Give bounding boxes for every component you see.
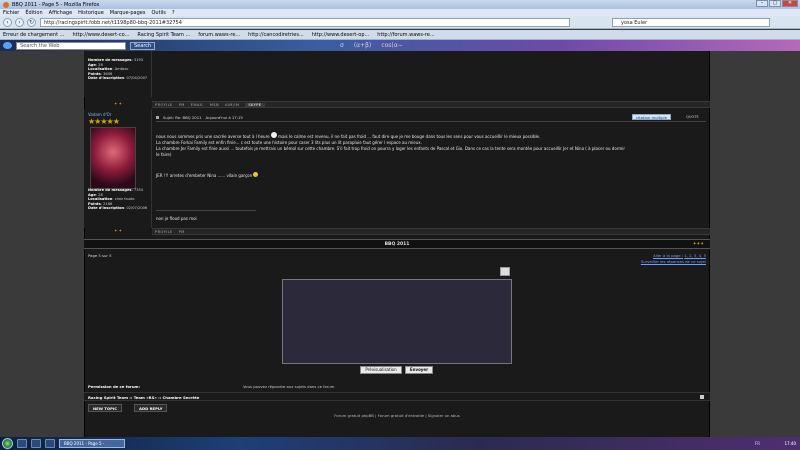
skype-button[interactable]: SKYPE: [245, 102, 265, 107]
menu-historique[interactable]: Historique: [78, 10, 104, 16]
bookmark-item[interactable]: http://forum.waws-re...: [377, 32, 434, 38]
editor-toggle-icon[interactable]: [500, 267, 510, 276]
post2-header: Sujet: Re: BBQ 2011 Aujourd'hui à 17:15: [156, 114, 243, 120]
email-button[interactable]: EMAIL: [191, 103, 204, 107]
taskbar-quicklaunch-icon[interactable]: [31, 439, 41, 448]
menu-marque-pages[interactable]: Marque-pages: [110, 10, 146, 16]
window-title: BBQ 2011 - Page 5 - Mozilla Firefox: [12, 1, 100, 8]
browser-search-input[interactable]: yosa Euler: [612, 18, 770, 27]
windows-taskbar: BBQ 2011 - Page 5 -: [0, 437, 800, 450]
bookmark-item[interactable]: Racing Spirit Team ...: [137, 32, 190, 38]
post-line: JER !!! arretes d'embeter Nina ...... vi…: [156, 172, 704, 179]
menu-edition[interactable]: Édition: [25, 10, 42, 16]
post2-rank-icons: ✦ ✦: [114, 228, 122, 233]
send-button[interactable]: Envoyer: [405, 366, 433, 374]
watch-topic-link[interactable]: Surveiller les réponses de ce sujet: [641, 259, 706, 264]
menu-bar: Fichier Édition Affichage Historique Mar…: [0, 9, 800, 16]
bookmark-item[interactable]: http://www.desert-op...: [312, 32, 370, 38]
preview-button[interactable]: Prévisualisation: [360, 366, 402, 374]
signature-text: non je flood pas moi: [156, 216, 197, 221]
header-decoration: σ (α+β) cos(α−: [340, 42, 403, 49]
post-line: La chambre Jer Family est finie aussi ..…: [156, 146, 625, 151]
post-separator: [156, 121, 706, 122]
taskbar-firefox-window[interactable]: BBQ 2011 - Page 5 -: [59, 439, 125, 448]
post1-profile-bar: PROFILE PM EMAIL MSN AIM/IM SKYPE: [152, 101, 710, 108]
aim-button[interactable]: AIM/IM: [225, 103, 239, 107]
post-date: Aujourd'hui à 17:15: [205, 114, 243, 120]
new-topic-button[interactable]: NEW TOPIC: [88, 404, 123, 412]
quote-button[interactable]: QUOTE: [686, 115, 699, 120]
page-indicator: Page 5 sur 5: [88, 253, 112, 258]
addon-search-input[interactable]: Search the Web: [16, 41, 126, 50]
reload-icon[interactable]: ↻: [27, 17, 36, 27]
breadcrumb-icon: [700, 395, 704, 399]
start-orb-icon[interactable]: [2, 438, 13, 449]
bookmark-item[interactable]: http://cancodiretries...: [248, 32, 304, 38]
url-input[interactable]: http://racingspirit.fobb.net/t1198p80-bb…: [40, 18, 570, 27]
post2-profile-bar: PROFILE PM: [152, 228, 710, 235]
signature-separator: [156, 210, 256, 211]
permissions-text: Vous pouvez répondre aux sujets dans ce …: [243, 384, 335, 389]
multi-quote-button[interactable]: citation multiple: [632, 114, 671, 120]
profile-button[interactable]: PROFILE: [155, 103, 173, 107]
window-controls: – ▢ ✕: [756, 0, 798, 7]
topic-title-bar: BBQ 2011 ✦✦✦: [84, 239, 710, 249]
maximize-button[interactable]: ▢: [769, 0, 781, 7]
pm-button[interactable]: PM: [179, 103, 185, 107]
bookmarks-bar: Erreur de chargement ... http://www.dese…: [0, 30, 800, 40]
watch-topic: Surveiller les réponses de ce sujet: [620, 259, 706, 265]
reply-textarea[interactable]: [282, 279, 512, 364]
add-reply-button[interactable]: ADD REPLY: [134, 404, 168, 412]
menu-help[interactable]: ?: [172, 10, 175, 16]
breadcrumb-bar: Racing Spirit Team :: Team «RS» :: Chamb…: [84, 392, 710, 401]
back-icon[interactable]: ‹: [3, 17, 12, 27]
bookmark-item[interactable]: forum.waws-re...: [198, 32, 240, 38]
firefox-icon: [3, 1, 9, 8]
window-titlebar: BBQ 2011 - Page 5 - Mozilla Firefox: [0, 0, 800, 9]
forward-icon[interactable]: ›: [15, 17, 24, 27]
rank-stars-icon: ★★★★★: [88, 117, 120, 126]
post2-author-panel: Vadam d'Or ★★★★★ Nombre de messages: 735…: [84, 109, 152, 228]
stat-line: Date d'inscription: 07/04/2007: [88, 76, 148, 81]
menu-outils[interactable]: Outils: [151, 10, 165, 16]
pm-button[interactable]: PM: [179, 230, 185, 234]
minimize-button[interactable]: –: [756, 0, 768, 7]
goto-page-link[interactable]: Aller à la page :: [653, 253, 683, 258]
page-links[interactable]: 1, 2, 3, 4, 5: [684, 253, 706, 258]
menu-fichier[interactable]: Fichier: [3, 10, 19, 16]
tray-language[interactable]: FR: [755, 437, 760, 450]
bookmark-item[interactable]: Erreur de chargement ...: [3, 32, 64, 38]
close-button[interactable]: ✕: [782, 0, 798, 7]
post-line: nous nous sommes pris une sacrée averse …: [156, 132, 541, 139]
taskbar-quicklaunch-icon[interactable]: [17, 439, 27, 448]
pagination: Aller à la page : 1, 2, 3, 4, 5: [620, 253, 706, 258]
addon-logo-icon: [3, 42, 12, 49]
profile-button[interactable]: PROFILE: [155, 230, 173, 234]
topic-title: BBQ 2011: [384, 242, 410, 247]
bookmark-item[interactable]: http://www.desert-co...: [72, 32, 129, 38]
avatar: [90, 127, 136, 189]
post-line: le faire): [156, 152, 172, 157]
smiley-icon: [270, 132, 277, 138]
post-subject: Sujet: Re: BBQ 2011: [163, 114, 202, 120]
addon-search-button[interactable]: Search: [130, 41, 156, 50]
taskbar-clock[interactable]: 17:40: [784, 437, 796, 450]
menu-affichage[interactable]: Affichage: [49, 10, 73, 16]
post2-body: nous nous sommes pris une sacrée averse …: [156, 132, 704, 179]
post1-author-panel: Nombre de messages: 3193 Age: 26 Localis…: [84, 51, 152, 97]
permissions-label: Permission de ce forum:: [88, 384, 141, 389]
post1-rank-icons: ✦ ✦: [114, 101, 122, 106]
breadcrumb[interactable]: Racing Spirit Team :: Team «RS» :: Chamb…: [88, 395, 199, 400]
footer-links[interactable]: Forum gratuit phpBB | Forum gratuit d'en…: [84, 413, 710, 418]
post-icon: [156, 115, 159, 119]
grin-icon: [253, 172, 259, 177]
msn-button[interactable]: MSN: [210, 103, 219, 107]
topic-stars-icon: ✦✦✦: [692, 242, 704, 247]
taskbar-quicklaunch-icon[interactable]: [45, 439, 55, 448]
stat-line: Date d'inscription: 02/07/2006: [88, 206, 148, 211]
